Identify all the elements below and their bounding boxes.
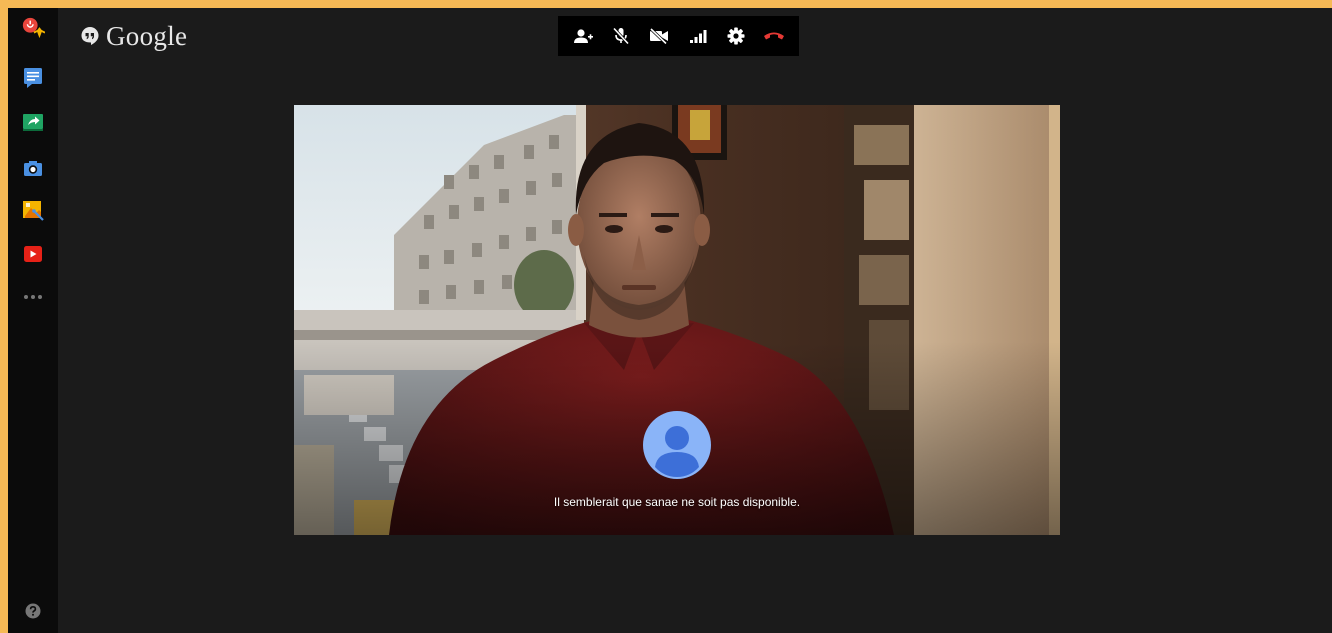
invite-people-button[interactable] (569, 22, 597, 50)
brand-name: Google (106, 20, 188, 51)
camera-icon[interactable] (21, 156, 45, 180)
call-toolbar (558, 16, 799, 56)
person-add-icon (574, 29, 594, 43)
hangout-window: Google Il semblerait que sanae ne soit p… (8, 8, 1332, 633)
video-off-icon (650, 28, 669, 44)
gear-icon (727, 27, 745, 45)
video-feed: Il semblerait que sanae ne soit pas disp… (294, 105, 1060, 535)
more-apps-icon[interactable] (21, 285, 45, 309)
app-rail (8, 8, 58, 633)
screen-share-icon[interactable] (21, 110, 45, 134)
hangouts-logo-icon (81, 27, 99, 45)
hang-up-button[interactable] (760, 22, 788, 50)
youtube-icon[interactable] (21, 242, 45, 266)
call-status-message: Il semblerait que sanae ne soit pas disp… (553, 495, 801, 509)
hangouts-profile-icon[interactable] (21, 16, 45, 40)
mute-microphone-button[interactable] (607, 22, 635, 50)
signal-bars-icon (689, 30, 707, 43)
mic-off-icon (613, 27, 630, 45)
turn-off-camera-button[interactable] (645, 22, 673, 50)
hang-up-icon (763, 32, 784, 40)
chat-icon[interactable] (21, 66, 45, 90)
effects-icon[interactable] (21, 198, 45, 222)
bandwidth-settings-button[interactable] (684, 22, 712, 50)
avatar (643, 411, 711, 479)
unavailable-overlay: Il semblerait que sanae ne soit pas disp… (294, 105, 1060, 535)
google-logo: Google (80, 20, 187, 52)
help-icon[interactable] (25, 603, 41, 619)
settings-button[interactable] (722, 22, 750, 50)
